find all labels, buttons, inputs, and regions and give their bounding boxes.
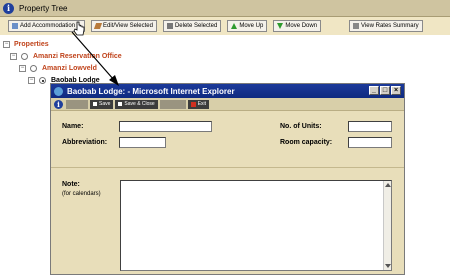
note-textarea[interactable] <box>120 180 392 271</box>
page-title: Property Tree <box>19 3 68 13</box>
radio-button-selected[interactable] <box>39 77 46 84</box>
delete-icon <box>166 23 173 29</box>
info-icon: i <box>3 2 14 14</box>
add-icon <box>12 23 18 29</box>
tree-node-properties[interactable]: − Properties <box>3 41 49 48</box>
note-label: Note: <box>62 181 80 188</box>
view-rates-summary-button[interactable]: View Rates Summary <box>349 20 423 32</box>
scroll-up-icon[interactable] <box>385 183 391 187</box>
collapse-icon[interactable]: − <box>28 77 35 84</box>
units-label: No. of Units: <box>280 123 322 130</box>
popup-toolbar: i Save Save & Close Exit <box>51 98 404 111</box>
save-close-label: Save & Close <box>124 101 155 107</box>
popup-title: Baobab Lodge: - Microsoft Internet Explo… <box>67 86 235 96</box>
room-capacity-label: Room capacity: <box>280 139 333 146</box>
toolbar: Add Accommodation ▾ Edit/View Selected D… <box>0 17 450 35</box>
move-down-label: Move Down <box>285 23 318 29</box>
chevron-down-icon: ▾ <box>78 23 82 30</box>
add-accommodation-button[interactable]: Add Accommodation ▾ <box>8 20 86 32</box>
popup-title-bar[interactable]: Baobab Lodge: - Microsoft Internet Explo… <box>51 84 404 98</box>
tree-label: Amanzi Lowveld <box>42 65 97 72</box>
tree-node-lowveld[interactable]: − Amanzi Lowveld <box>19 65 97 72</box>
divider <box>51 167 404 168</box>
move-up-button[interactable]: Move Up <box>227 20 268 32</box>
abbreviation-field[interactable] <box>119 137 166 148</box>
save-close-button[interactable]: Save & Close <box>115 99 158 109</box>
disabled-button <box>159 99 186 109</box>
arrow-up-icon <box>231 23 238 29</box>
save-icon <box>93 102 97 106</box>
browser-icon <box>54 86 63 96</box>
exit-button[interactable]: Exit <box>187 99 210 109</box>
vertical-scrollbar[interactable] <box>383 181 391 270</box>
move-up-label: Move Up <box>239 23 264 29</box>
collapse-icon[interactable]: − <box>3 41 10 48</box>
units-field[interactable] <box>348 121 392 132</box>
name-label: Name: <box>62 123 84 130</box>
close-button[interactable]: × <box>391 86 401 95</box>
scroll-down-icon[interactable] <box>385 264 391 268</box>
note-sublabel: (for calendars) <box>62 191 101 197</box>
exit-icon <box>190 101 196 107</box>
collapse-icon[interactable]: − <box>10 53 17 60</box>
save-label: Save <box>99 101 111 107</box>
room-capacity-field[interactable] <box>348 137 392 148</box>
delete-label: Delete Selected <box>174 23 218 29</box>
view-rates-label: View Rates Summary <box>361 23 419 29</box>
delete-selected-button[interactable]: Delete Selected <box>162 20 222 32</box>
arrow-down-icon <box>277 23 284 29</box>
maximize-button[interactable]: □ <box>380 86 390 95</box>
exit-label: Exit <box>197 101 207 107</box>
info-icon: i <box>54 99 63 109</box>
name-field[interactable] <box>119 121 212 132</box>
radio-button[interactable] <box>21 53 28 60</box>
minimize-button[interactable]: _ <box>369 86 379 95</box>
save-icon <box>118 102 123 106</box>
pencil-icon <box>93 23 103 29</box>
tree-node-reservation-office[interactable]: − Amanzi Reservation Office <box>10 53 122 60</box>
abbreviation-label: Abbreviation: <box>62 139 108 146</box>
move-down-button[interactable]: Move Down <box>273 20 322 32</box>
save-button[interactable]: Save <box>90 99 114 109</box>
window-controls: _ □ × <box>368 86 401 95</box>
collapse-icon[interactable]: − <box>19 65 26 72</box>
edit-view-selected-button[interactable]: Edit/View Selected <box>91 20 157 32</box>
edit-view-label: Edit/View Selected <box>103 23 153 29</box>
radio-button[interactable] <box>30 65 37 72</box>
tree-label: Amanzi Reservation Office <box>33 53 122 60</box>
add-accommodation-label: Add Accommodation <box>20 23 76 29</box>
popup-window: Baobab Lodge: - Microsoft Internet Explo… <box>50 83 405 275</box>
disabled-button <box>66 99 88 109</box>
app-title-bar: i Property Tree <box>0 0 450 17</box>
popup-form: Name: Abbreviation: No. of Units: Room c… <box>51 112 404 275</box>
document-icon <box>353 23 360 29</box>
tree-label: Properties <box>14 41 49 48</box>
